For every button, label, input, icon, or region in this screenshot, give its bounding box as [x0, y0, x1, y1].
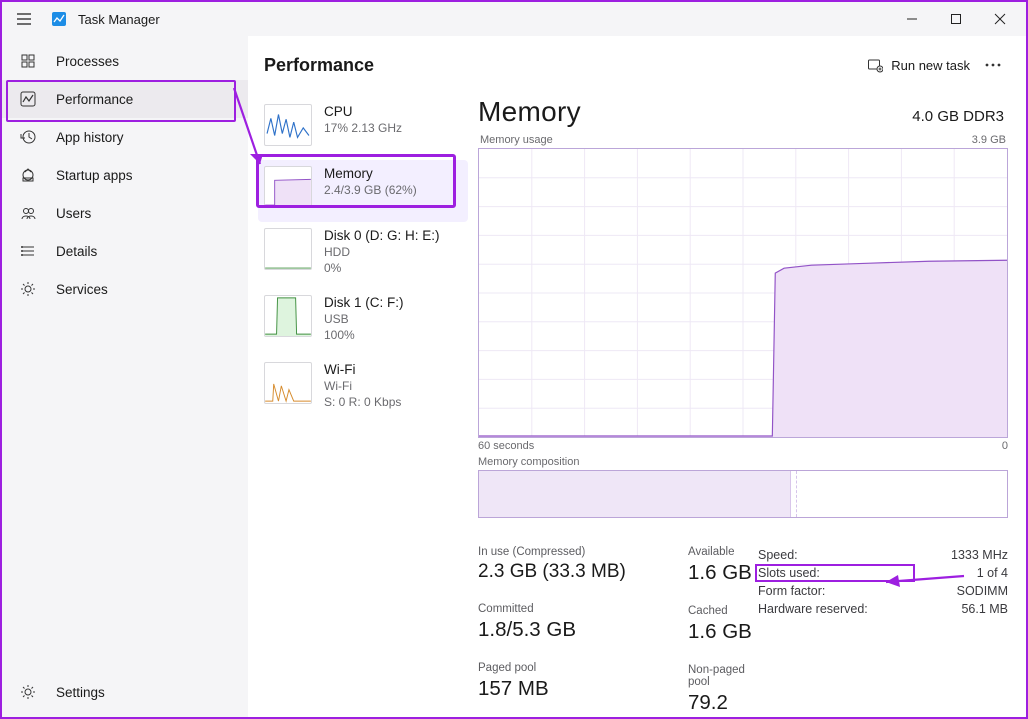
- sidebar-item-performance[interactable]: Performance: [2, 80, 248, 118]
- minimize-button[interactable]: [890, 2, 934, 36]
- xaxis-right: 0: [1002, 440, 1008, 452]
- memory-detail: Memory 4.0 GB DDR3 Memory usage 3.9 GB: [468, 96, 1008, 713]
- perf-item-sub: HDD: [324, 245, 440, 259]
- sidebar-item-label: Services: [56, 282, 108, 297]
- perf-item-title: Disk 0 (D: G: H: E:): [324, 228, 440, 243]
- perf-item-sub: USB: [324, 312, 404, 326]
- perf-item-sub2: 100%: [324, 328, 404, 342]
- disk1-thumb: [264, 295, 312, 337]
- history-icon: [18, 127, 38, 147]
- kv-row-formfactor: Form factor:SODIMM: [758, 582, 1008, 600]
- sidebar-item-label: App history: [56, 130, 124, 145]
- wifi-thumb: [264, 362, 312, 404]
- kv-row-slots: Slots used:1 of 4: [758, 564, 1008, 582]
- maximize-button[interactable]: [934, 2, 978, 36]
- sidebar-item-label: Processes: [56, 54, 119, 69]
- chart-usage-label: Memory usage: [480, 134, 553, 146]
- kv-row-hwreserved: Hardware reserved:56.1 MB: [758, 600, 1008, 618]
- sidebar-item-label: Settings: [56, 685, 105, 700]
- app-title: Task Manager: [78, 12, 160, 27]
- close-button[interactable]: [978, 2, 1022, 36]
- sidebar-item-label: Details: [56, 244, 97, 259]
- kv-row-speed: Speed:1333 MHz: [758, 546, 1008, 564]
- cpu-thumb: [264, 104, 312, 146]
- startup-icon: [18, 165, 38, 185]
- memory-thumb: [264, 166, 312, 208]
- title-bar: Task Manager: [2, 2, 1026, 36]
- perf-item-sub: Wi-Fi: [324, 379, 401, 393]
- run-task-label: Run new task: [891, 58, 970, 73]
- stat-value: 157 MB: [478, 677, 608, 701]
- stat-label: Non-paged pool: [688, 664, 758, 688]
- perf-item-memory[interactable]: Memory 2.4/3.9 GB (62%): [258, 160, 468, 222]
- memory-capacity: 4.0 GB DDR3: [912, 108, 1004, 125]
- perf-item-title: Disk 1 (C: F:): [324, 295, 404, 310]
- sidebar-item-settings[interactable]: Settings: [2, 673, 248, 711]
- sidebar-item-app-history[interactable]: App history: [2, 118, 248, 156]
- hamburger-menu-button[interactable]: [12, 7, 36, 31]
- perf-item-sub2: S: 0 R: 0 Kbps: [324, 395, 401, 409]
- sidebar-item-details[interactable]: Details: [2, 232, 248, 270]
- performance-icon: [18, 89, 38, 109]
- sidebar-item-services[interactable]: Services: [2, 270, 248, 308]
- sidebar-item-label: Users: [56, 206, 91, 221]
- users-icon: [18, 203, 38, 223]
- sidebar-item-label: Performance: [56, 92, 133, 107]
- detail-title: Memory: [478, 96, 581, 128]
- stat-label: Cached: [688, 605, 758, 617]
- stat-value: 79.2 MB: [688, 691, 758, 717]
- perf-item-sub2: 0%: [324, 261, 440, 275]
- disk0-thumb: [264, 228, 312, 270]
- memory-composition-label: Memory composition: [478, 456, 1008, 468]
- perf-item-sub: 17% 2.13 GHz: [324, 121, 402, 135]
- details-icon: [18, 241, 38, 261]
- settings-icon: [18, 682, 38, 702]
- perf-item-cpu[interactable]: CPU 17% 2.13 GHz: [258, 98, 468, 160]
- sidebar-item-label: Startup apps: [56, 168, 133, 183]
- sidebar: Processes Performance App history Startu…: [2, 36, 248, 717]
- xaxis-left: 60 seconds: [478, 440, 534, 452]
- gear-icon: [18, 279, 38, 299]
- performance-resource-list: CPU 17% 2.13 GHz Memory 2.4/3.9 GB (62%): [258, 96, 468, 713]
- sidebar-item-startup-apps[interactable]: Startup apps: [2, 156, 248, 194]
- app-icon: [50, 10, 68, 28]
- stat-value: 1.8/5.3 GB: [478, 618, 608, 642]
- perf-item-disk0[interactable]: Disk 0 (D: G: H: E:) HDD 0%: [258, 222, 468, 289]
- chart-usage-max: 3.9 GB: [972, 134, 1006, 146]
- processes-icon: [18, 51, 38, 71]
- perf-item-wifi[interactable]: Wi-Fi Wi-Fi S: 0 R: 0 Kbps: [258, 356, 468, 423]
- sidebar-item-processes[interactable]: Processes: [2, 42, 248, 80]
- memory-composition-bar: [478, 470, 1008, 518]
- stat-label: Paged pool: [478, 662, 608, 674]
- more-options-button[interactable]: [978, 50, 1008, 80]
- perf-item-title: Wi-Fi: [324, 362, 401, 377]
- stat-value: 2.3 GB (33.3 MB): [478, 561, 608, 583]
- stat-label: Committed: [478, 603, 608, 615]
- perf-item-title: Memory: [324, 166, 417, 181]
- perf-item-disk1[interactable]: Disk 1 (C: F:) USB 100%: [258, 289, 468, 356]
- perf-item-sub: 2.4/3.9 GB (62%): [324, 183, 417, 197]
- main-panel: Performance Run new task CPU 17% 2.13 GH…: [248, 36, 1026, 717]
- page-title: Performance: [264, 55, 374, 76]
- run-task-icon: [867, 57, 883, 73]
- memory-usage-chart: [478, 148, 1008, 438]
- stat-value: 1.6 GB: [688, 561, 758, 585]
- stat-label: Available: [688, 546, 758, 558]
- sidebar-item-users[interactable]: Users: [2, 194, 248, 232]
- stat-label: In use (Compressed): [478, 546, 608, 558]
- perf-item-title: CPU: [324, 104, 402, 119]
- stat-value: 1.6 GB: [688, 620, 758, 644]
- run-new-task-button[interactable]: Run new task: [859, 51, 978, 79]
